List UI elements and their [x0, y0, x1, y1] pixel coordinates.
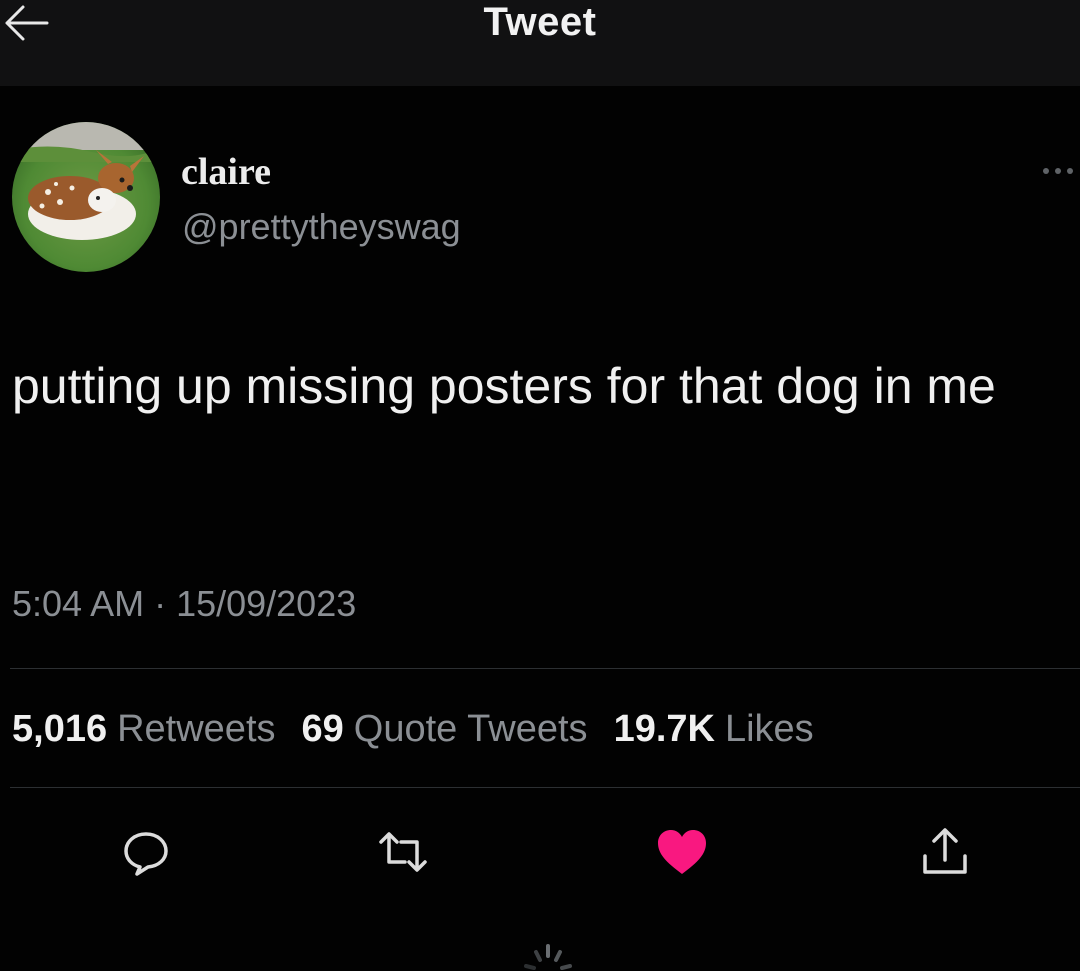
likes-count: 19.7K — [613, 708, 715, 750]
top-bar: Tweet — [0, 0, 1080, 86]
author-display-name[interactable]: claire — [181, 148, 271, 196]
tweet-detail-screen: Tweet claire @prettytheyswag putting up … — [0, 0, 1080, 971]
reply-button[interactable] — [114, 820, 178, 884]
retweets-label: Retweets — [117, 708, 276, 750]
heart-icon — [658, 830, 706, 874]
quote-tweets-count: 69 — [301, 708, 344, 750]
divider — [10, 668, 1080, 669]
page-title: Tweet — [483, 0, 597, 44]
quote-tweets-label: Quote Tweets — [353, 708, 588, 750]
retweet-button[interactable] — [371, 820, 435, 884]
author-handle[interactable]: @prettytheyswag — [182, 205, 461, 249]
engagement-stats: 5,016 Retweets 69 Quote Tweets 19.7K Lik… — [12, 706, 840, 752]
share-icon — [923, 828, 967, 874]
reply-icon — [124, 832, 168, 876]
retweets-count: 5,016 — [12, 708, 108, 750]
likes-label: Likes — [724, 708, 814, 750]
retweet-icon — [379, 832, 427, 872]
share-button[interactable] — [913, 820, 977, 884]
more-options-button[interactable] — [1036, 158, 1080, 184]
retweets-stat[interactable]: 5,016 Retweets — [12, 706, 276, 752]
tweet-timestamp[interactable]: 5:04 AM · 15/09/2023 — [12, 582, 356, 626]
quote-tweets-stat[interactable]: 69 Quote Tweets — [302, 706, 588, 752]
more-dots-icon — [1043, 168, 1073, 174]
loading-spinner — [518, 942, 578, 971]
likes-stat[interactable]: 19.7K Likes — [614, 706, 814, 752]
fawn-avatar-image — [12, 122, 160, 272]
loading-spinner-icon — [524, 944, 572, 970]
tweet-body-text: putting up missing posters for that dog … — [12, 358, 996, 414]
divider — [10, 787, 1080, 788]
like-button[interactable] — [650, 820, 714, 884]
avatar[interactable] — [12, 122, 160, 272]
